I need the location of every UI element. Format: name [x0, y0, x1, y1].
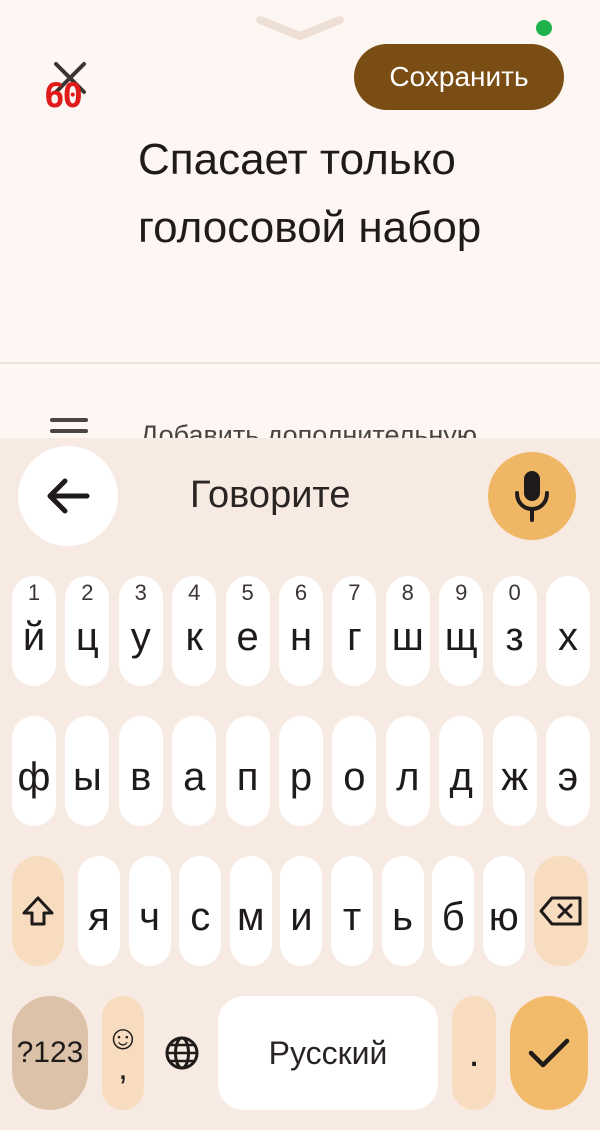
voice-back-button[interactable] — [18, 446, 118, 546]
key-label: б — [441, 894, 465, 939]
period-key[interactable]: . — [452, 996, 496, 1110]
voice-input-bar: Говорите — [0, 438, 600, 550]
key-label: р — [289, 754, 313, 799]
letter-key[interactable]: м — [229, 856, 272, 966]
key-number-hint: 4 — [188, 580, 201, 605]
save-button[interactable]: Сохранить — [354, 44, 564, 110]
key-label: э — [557, 754, 579, 799]
keyboard: Говорите 1й2ц3у4к5е6н7г8ш9щ0зхфывапролдж… — [0, 438, 600, 1130]
letter-key[interactable]: 3у — [118, 576, 163, 686]
microphone-button[interactable] — [488, 452, 576, 540]
done-key[interactable] — [510, 996, 588, 1110]
key-label: и — [290, 894, 313, 939]
status-dot — [536, 20, 552, 36]
letter-key[interactable]: о — [332, 716, 377, 826]
comma-label: , — [118, 1049, 128, 1087]
letter-key[interactable]: 2ц — [65, 576, 110, 686]
key-label: н — [289, 614, 313, 659]
key-label: у — [130, 614, 151, 659]
letter-key[interactable]: ю — [482, 856, 525, 966]
key-label: д — [449, 754, 473, 799]
letter-key[interactable]: ч — [128, 856, 171, 966]
arrow-left-icon — [47, 478, 90, 514]
letter-key[interactable]: 7г — [332, 576, 377, 686]
collapse-chevron-icon[interactable] — [256, 14, 344, 42]
letter-key[interactable]: 5е — [225, 576, 270, 686]
letter-key[interactable]: 0з — [492, 576, 537, 686]
shift-key[interactable] — [12, 856, 64, 966]
key-label: з — [505, 614, 524, 659]
shift-icon — [22, 896, 54, 926]
letter-key[interactable]: п — [225, 716, 270, 826]
key-label: ь — [392, 894, 414, 939]
key-label: й — [22, 614, 46, 659]
key-label: г — [347, 614, 362, 659]
key-label: в — [130, 754, 152, 799]
key-label: а — [183, 754, 206, 799]
key-number-hint: 8 — [401, 580, 414, 605]
letter-key[interactable]: с — [179, 856, 222, 966]
letter-key[interactable]: 1й — [12, 576, 56, 686]
letter-key[interactable]: р — [279, 716, 323, 826]
key-label: т — [342, 894, 362, 939]
letter-key[interactable]: 6н — [279, 576, 323, 686]
key-label: ю — [488, 894, 519, 939]
letter-key[interactable]: в — [118, 716, 163, 826]
key-label: ц — [75, 614, 99, 659]
letter-key[interactable]: л — [385, 716, 430, 826]
backspace-icon — [539, 896, 582, 926]
note-editor: 60 Сохранить Спасает только голосовой на… — [0, 0, 600, 444]
key-label: ч — [139, 894, 161, 939]
letter-key[interactable]: и — [280, 856, 323, 966]
key-number-hint: 3 — [134, 580, 147, 605]
key-label: м — [237, 894, 265, 939]
key-label: с — [190, 894, 211, 939]
key-number-hint: 0 — [508, 580, 521, 605]
key-number-hint: 6 — [294, 580, 308, 605]
space-key[interactable]: Русский — [218, 996, 438, 1110]
letter-key[interactable]: т — [331, 856, 373, 966]
letter-key[interactable]: 4к — [172, 576, 217, 686]
letter-key[interactable]: ь — [381, 856, 424, 966]
key-label: л — [396, 754, 420, 799]
checkmark-icon — [528, 1038, 570, 1068]
letter-key[interactable]: а — [172, 716, 217, 826]
microphone-icon — [515, 471, 549, 522]
language-key[interactable] — [158, 996, 206, 1110]
symbols-key[interactable]: ?123 — [12, 996, 88, 1110]
key-label: ш — [391, 614, 424, 659]
key-number-hint: 2 — [81, 580, 94, 605]
key-label: ы — [73, 754, 102, 799]
letter-key[interactable]: э — [546, 716, 590, 826]
key-number-hint: 9 — [455, 580, 468, 605]
letter-key[interactable]: х — [546, 576, 590, 686]
note-text[interactable]: Спасает только голосовой набор — [138, 126, 568, 262]
key-label: п — [236, 754, 259, 799]
key-label: х — [558, 614, 578, 659]
letter-key[interactable]: б — [432, 856, 475, 966]
key-label: е — [236, 614, 259, 659]
key-number-hint: 5 — [241, 580, 254, 605]
key-label: ф — [17, 754, 51, 799]
voice-prompt: Говорите — [190, 474, 351, 516]
letter-key[interactable]: д — [439, 716, 484, 826]
key-number-hint: 1 — [27, 580, 41, 605]
letter-key[interactable]: ы — [65, 716, 110, 826]
divider — [0, 362, 600, 364]
key-label: щ — [444, 614, 478, 659]
letter-key[interactable]: 8ш — [385, 576, 430, 686]
letter-key[interactable]: я — [78, 856, 120, 966]
key-label: я — [88, 894, 110, 939]
key-label: к — [185, 614, 203, 659]
backspace-key[interactable] — [534, 856, 588, 966]
globe-icon — [165, 1036, 199, 1070]
letter-key[interactable]: ж — [492, 716, 537, 826]
letter-key[interactable]: 9щ — [439, 576, 484, 686]
key-label: о — [343, 754, 366, 799]
key-number-hint: 7 — [348, 580, 361, 605]
key-label: ж — [501, 754, 528, 799]
counter-badge: 60 — [44, 76, 83, 116]
letter-key[interactable]: ф — [12, 716, 56, 826]
emoji-key[interactable]: ☺ , — [102, 996, 144, 1110]
